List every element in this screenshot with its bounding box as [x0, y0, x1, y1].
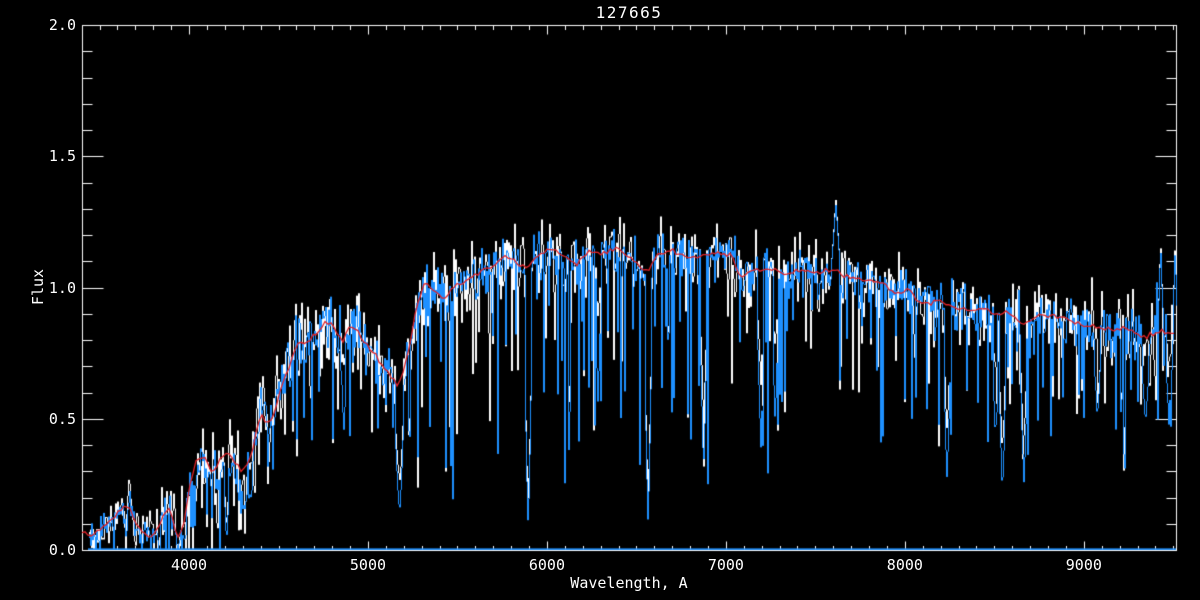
spectrum-figure: 127665 Wavelength, A Flux 4000 5000 6000 70… — [0, 0, 1200, 600]
y-tick-label: 2.0 — [48, 16, 76, 34]
x-tick-label: 9000 — [1065, 556, 1102, 574]
chart-title: 127665 — [595, 3, 663, 22]
y-tick-label: 0.0 — [48, 541, 76, 559]
y-tick-label: 0.5 — [48, 409, 76, 428]
x-tick-label: 4000 — [170, 556, 208, 574]
x-axis-label: Wavelength, A — [570, 574, 688, 592]
y-tick-label: 1.5 — [48, 147, 76, 166]
x-tick-label: 5000 — [349, 556, 387, 574]
y-tick-label: 1.0 — [48, 278, 76, 297]
x-tick-label: 7000 — [707, 556, 744, 574]
x-tick-label: 6000 — [528, 556, 565, 574]
spectrum-plot-canvas — [0, 0, 1200, 600]
x-tick-label: 8000 — [886, 556, 923, 574]
